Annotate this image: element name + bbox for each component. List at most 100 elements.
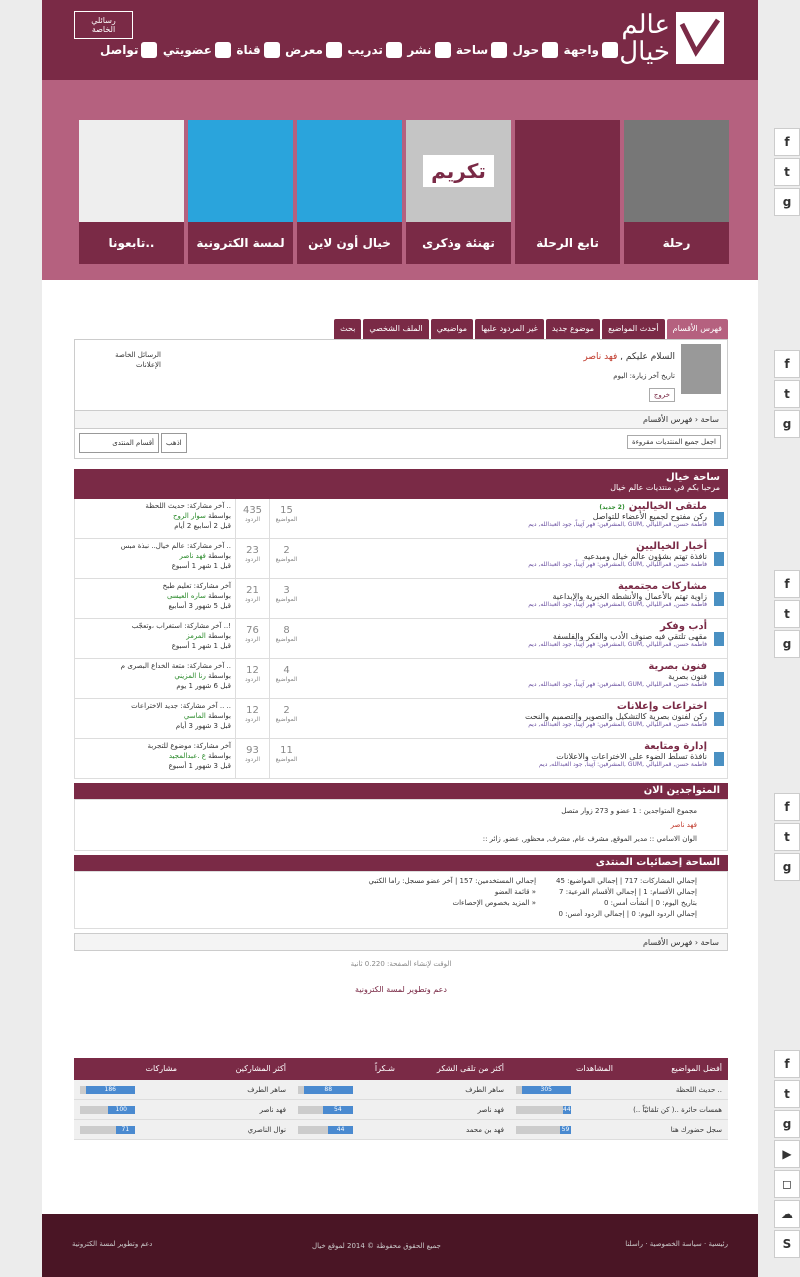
last-post-title[interactable]: آخر مشاركة: عالم خيال.. نبذة مبس .. (79, 541, 231, 551)
forum-mods[interactable]: المشرفين: فهر آتِيناً, جود العبدالله, دي… (307, 641, 707, 648)
top-table-name[interactable]: نوال الناصري (248, 1120, 286, 1140)
forum-title-text[interactable]: فنون بصرية (648, 661, 707, 672)
last-post-author[interactable]: ساره العيسى (167, 592, 206, 600)
forum-title-text[interactable]: اختراعات وإعلانات (617, 701, 707, 712)
forum-title[interactable]: أخبار الخياليين (307, 541, 707, 552)
google-icon[interactable]: g (774, 188, 800, 216)
private-messages-button[interactable]: رسائلي الخاصة (74, 11, 133, 39)
tab-6[interactable]: بحث (334, 319, 362, 339)
banner-tile-4[interactable]: لمسة الكترونية (188, 120, 293, 264)
last-post-author[interactable]: الماسي (184, 712, 206, 720)
forum-title-text[interactable]: إدارة ومتابعة (644, 741, 707, 752)
tab-4[interactable]: مواضيعي (430, 319, 474, 339)
nav-item-2[interactable]: ساحة (456, 42, 508, 58)
top-table-name[interactable]: ساهر الطرف (465, 1080, 504, 1100)
breadcrumb-home-bottom[interactable]: ساحة (701, 938, 719, 947)
logout-button[interactable]: خروج (648, 388, 675, 402)
forum-title[interactable]: مشاركات مجتمعية (307, 581, 707, 592)
nav-item-3[interactable]: نشر (407, 42, 451, 58)
forum-title[interactable]: فنون بصرية (307, 661, 707, 672)
breadcrumb-home[interactable]: ساحة (701, 415, 719, 424)
banner-tile-5[interactable]: تابعونا.. (79, 120, 184, 264)
facebook-icon[interactable]: f (774, 1050, 800, 1078)
forum-mods[interactable]: المشرفين: فهر آتِيناً, جود العبدالله, دي… (307, 601, 707, 608)
forum-title[interactable]: ملتقى الخياليين (2 جديد) (307, 501, 707, 512)
stat-line[interactable]: قائمة العضو » (368, 887, 536, 898)
logo[interactable]: عالم خيال (594, 12, 724, 68)
google-icon[interactable]: g (774, 630, 800, 658)
last-post-title[interactable]: آخر مشاركة: تعليم طبخ (79, 581, 231, 591)
facebook-icon[interactable]: f (774, 128, 800, 156)
twitter-icon[interactable]: t (774, 823, 800, 851)
top-table-name[interactable]: همسات حائرة ..( كن تلقائيّاً ..) (633, 1100, 722, 1120)
forum-title-text[interactable]: أخبار الخياليين (636, 541, 707, 552)
footer-links[interactable]: رئيسية · سياسة الخصوصية · راسلنا (625, 1240, 728, 1248)
nav-item-8[interactable]: تواصل (100, 42, 158, 58)
instagram-icon[interactable]: ◻ (774, 1170, 800, 1198)
twitter-icon[interactable]: t (774, 1080, 800, 1108)
forum-jump-go-button[interactable]: اذهب (161, 433, 187, 453)
top-table-name[interactable]: سجل حضورك هنا (671, 1120, 722, 1140)
forum-mods[interactable]: المشرفين: فهر آتِيناً, جود العبدالله, دي… (307, 561, 707, 568)
youtube-icon[interactable]: ▶ (774, 1140, 800, 1168)
google-icon[interactable]: g (774, 410, 800, 438)
top-table-name[interactable]: ساهر الطرف (247, 1080, 286, 1100)
last-post-title[interactable]: آخر مشاركة: متعة الخداع البصرى م .. (79, 661, 231, 671)
last-post-author[interactable]: سوار الروح (173, 512, 206, 520)
skype-icon[interactable]: S (774, 1230, 800, 1258)
online-user[interactable]: فهد ناصر (79, 818, 697, 832)
nav-item-1[interactable]: حول (513, 42, 559, 58)
last-post-title[interactable]: آخر مشاركة: جديد الاختراعات .. .. (79, 701, 231, 711)
tab-0[interactable]: فهرس الأقسام (666, 319, 728, 339)
last-post-title[interactable]: آخر مشاركة: استغراب ،وتعجّب ..! (79, 621, 231, 631)
banner-tile-0[interactable]: رحلة (624, 120, 729, 264)
google-icon[interactable]: g (774, 853, 800, 881)
forum-title[interactable]: اختراعات وإعلانات (307, 701, 707, 712)
tab-3[interactable]: غير المردود عليها (475, 319, 544, 339)
forum-mods[interactable]: المشرفين: فهر آتِيناً, جود العبدالله, دي… (307, 521, 707, 528)
google-icon[interactable]: g (774, 1110, 800, 1138)
top-table-name[interactable]: حديث اللحظة .. (676, 1080, 722, 1100)
last-post-author[interactable]: فهد ناصر (180, 552, 206, 560)
facebook-icon[interactable]: f (774, 570, 800, 598)
facebook-icon[interactable]: f (774, 350, 800, 378)
forum-title-text[interactable]: ملتقى الخياليين (629, 501, 707, 512)
facebook-icon[interactable]: f (774, 793, 800, 821)
nav-item-6[interactable]: قناة (236, 42, 280, 58)
forum-mods[interactable]: المشرفين: فهر آتِيناً, جود العبدالله, دي… (307, 681, 707, 688)
twitter-icon[interactable]: t (774, 600, 800, 628)
top-table-name[interactable]: فهد ناصر (260, 1100, 286, 1120)
last-post-author[interactable]: ع .عبدالمجيد (169, 752, 206, 760)
pm-link[interactable]: الرسائل الخاصة (81, 350, 161, 360)
username-link[interactable]: فهد ناصر (583, 352, 617, 362)
nav-item-0[interactable]: واجهة (564, 42, 618, 58)
tab-1[interactable]: أحدث المواضيع (602, 319, 665, 339)
forum-title[interactable]: أدب وفكر (307, 621, 707, 632)
twitter-icon[interactable]: t (774, 158, 800, 186)
breadcrumb-current[interactable]: فهرس الأقسام (643, 415, 692, 424)
announcements-link[interactable]: الإعلانات (81, 360, 161, 370)
banner-tile-2[interactable]: تكريم تهنئة وذكرى (406, 120, 511, 264)
banner-tile-1[interactable]: تابع الرحلة (515, 120, 620, 264)
nav-item-5[interactable]: معرض (285, 42, 342, 58)
last-post-author[interactable]: المرمز (186, 632, 206, 640)
stat-line[interactable]: المزيد بخصوص الإحصاءات » (368, 898, 537, 909)
credit-link[interactable]: دعم وتطوير لمسة الكترونية (74, 985, 728, 994)
banner-tile-3[interactable]: خيال أون لاين (297, 120, 402, 264)
breadcrumb-current-bottom[interactable]: فهرس الأقسام (643, 938, 692, 947)
last-post-title[interactable]: آخر مشاركة: حديث اللحظة .. (79, 501, 231, 511)
nav-item-7[interactable]: عضويتي (163, 42, 231, 58)
top-table-name[interactable]: فهد ناصر (478, 1100, 504, 1120)
mark-read-button[interactable]: اجعل جميع المنتديات مقروءة (626, 435, 721, 449)
top-table-name[interactable]: فهد بن محمد (466, 1120, 504, 1140)
forum-title-text[interactable]: مشاركات مجتمعية (618, 581, 707, 592)
forum-mods[interactable]: المشرفين: آتِيناً, جود العبدالله, ديم, G… (307, 761, 707, 768)
forum-jump-select[interactable]: أقسام المنتدى (79, 433, 159, 453)
last-post-title[interactable]: آخر مشاركة: موضوع للتجربة (79, 741, 231, 751)
cloud-icon[interactable]: ☁ (774, 1200, 800, 1228)
category-title[interactable]: ساحة خيال (74, 469, 720, 483)
forum-title[interactable]: إدارة ومتابعة (307, 741, 707, 752)
twitter-icon[interactable]: t (774, 380, 800, 408)
avatar[interactable] (681, 344, 721, 394)
tab-2[interactable]: موضوع جديد (545, 319, 601, 339)
